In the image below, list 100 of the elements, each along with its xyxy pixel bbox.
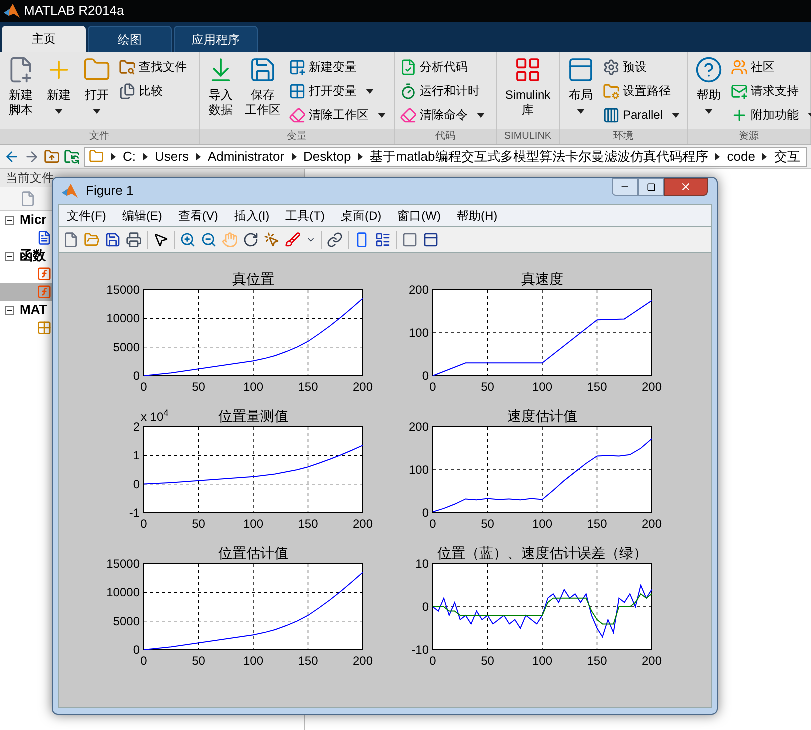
pointer-icon[interactable] bbox=[153, 232, 169, 248]
file-check-icon bbox=[400, 58, 417, 76]
collapse-icon[interactable] bbox=[5, 252, 14, 260]
folder-icon bbox=[89, 149, 104, 164]
folder-up-icon[interactable] bbox=[44, 148, 60, 164]
toolstrip-button[interactable]: 比较 bbox=[119, 80, 187, 102]
toolstrip-button[interactable]: 清除工作区 bbox=[289, 104, 386, 126]
plot-title: 速度估计值 bbox=[508, 408, 578, 424]
new-file-icon[interactable] bbox=[63, 232, 79, 248]
collapse-icon[interactable] bbox=[5, 306, 14, 314]
tick-label: 50 bbox=[192, 380, 206, 394]
ribbon-tab[interactable]: 主页 bbox=[2, 26, 86, 52]
legend-icon[interactable] bbox=[375, 232, 391, 248]
toolstrip-button[interactable]: 打开 bbox=[79, 56, 115, 129]
menu-item[interactable]: 查看(V) bbox=[178, 206, 218, 224]
mail-icon bbox=[731, 82, 748, 100]
zoom-in-icon[interactable] bbox=[180, 232, 196, 248]
block-library-icon bbox=[514, 56, 542, 84]
tick-label: 200 bbox=[352, 654, 374, 668]
tick-label: 10000 bbox=[106, 586, 140, 600]
toolstrip-button[interactable]: 设置路径 bbox=[603, 80, 680, 102]
toolstrip-button[interactable]: 社区 bbox=[731, 56, 811, 78]
window-icon[interactable] bbox=[423, 232, 439, 248]
toolstrip-button[interactable]: 布局 bbox=[563, 56, 599, 129]
separator-arrow-icon bbox=[292, 152, 297, 160]
timer-icon bbox=[400, 82, 417, 100]
settings-icon bbox=[603, 58, 620, 76]
tick-label: 0 bbox=[430, 517, 436, 531]
close-button[interactable] bbox=[664, 178, 708, 196]
tick-label: 5000 bbox=[113, 614, 140, 628]
menu-item[interactable]: 文件(F) bbox=[67, 206, 106, 224]
forward-icon[interactable] bbox=[24, 148, 40, 164]
back-icon[interactable] bbox=[4, 148, 20, 164]
data-cursor-icon[interactable] bbox=[264, 232, 280, 248]
tree-group[interactable]: 函数 bbox=[0, 247, 52, 265]
toolstrip-button[interactable]: Simulink 库 bbox=[500, 56, 556, 129]
toolstrip-button[interactable]: 运行和计时 bbox=[400, 80, 485, 102]
tick-label: 100 bbox=[532, 654, 553, 668]
brush-icon[interactable] bbox=[285, 232, 301, 248]
folder-search-icon bbox=[119, 58, 136, 76]
tick-label: 150 bbox=[587, 517, 608, 531]
toolstrip-button[interactable]: 分析代码 bbox=[400, 56, 485, 78]
path-segment[interactable]: 基于matlab编程交互式多模型算法卡尔曼滤波仿真代码程序 bbox=[370, 148, 708, 166]
tree-group[interactable]: MAT bbox=[0, 301, 52, 319]
app-logo-icon bbox=[62, 184, 78, 198]
toolstrip-button[interactable]: 新建脚本 bbox=[3, 56, 39, 129]
tick-label: 100 bbox=[532, 380, 553, 394]
menu-item[interactable]: 帮助(H) bbox=[456, 206, 498, 224]
menu-item[interactable]: 插入(I) bbox=[234, 206, 270, 224]
toolstrip-button[interactable]: 清除命令 bbox=[400, 104, 485, 126]
square-icon[interactable] bbox=[402, 232, 418, 248]
app-logo-icon bbox=[4, 4, 20, 18]
tick-label: 5000 bbox=[113, 340, 140, 354]
section-label: 资源 bbox=[688, 129, 810, 144]
toolstrip-button[interactable]: 新建变量 bbox=[289, 56, 386, 78]
path-segment[interactable]: code bbox=[727, 148, 756, 166]
menu-item[interactable]: 窗口(W) bbox=[398, 206, 441, 224]
path-segment[interactable]: Desktop bbox=[304, 148, 352, 166]
link-icon[interactable] bbox=[327, 232, 343, 248]
tick-label: 0 bbox=[422, 506, 429, 520]
toolstrip-button[interactable]: 预设 bbox=[603, 56, 680, 78]
toolstrip-button[interactable]: Parallel bbox=[603, 104, 680, 126]
function-file-icon bbox=[37, 284, 52, 300]
toolstrip-button[interactable]: 打开变量 bbox=[289, 80, 386, 102]
toolstrip-button[interactable]: 请求支持 bbox=[731, 80, 811, 102]
menu-item[interactable]: 工具(T) bbox=[286, 206, 325, 224]
ribbon-tab[interactable]: 应用程序 bbox=[174, 26, 258, 52]
toolstrip-button[interactable]: 附加功能 bbox=[731, 104, 811, 126]
tick-label: 50 bbox=[481, 654, 494, 668]
path-segment[interactable]: Users bbox=[155, 148, 189, 166]
rotate-icon[interactable] bbox=[243, 232, 259, 248]
maximize-icon bbox=[646, 182, 656, 192]
function-file-icon bbox=[37, 266, 52, 282]
toolstrip-button[interactable]: 新建 bbox=[41, 56, 77, 129]
path-field[interactable]: C: Users Administrator Desktop 基于matlab编程交互式多模型算法卡尔曼滤波仿真代码程序 code 交互 bbox=[84, 146, 807, 166]
toolstrip-button[interactable]: 帮助 bbox=[691, 56, 727, 129]
path-segment[interactable]: C: bbox=[123, 148, 136, 166]
save-icon[interactable] bbox=[105, 232, 121, 248]
path-segment[interactable]: 交互 bbox=[774, 148, 800, 166]
open-folder-icon[interactable] bbox=[84, 232, 100, 248]
section-label: 变量 bbox=[200, 129, 394, 144]
separator-arrow-icon bbox=[715, 152, 720, 160]
toolstrip-button[interactable]: 导入数据 bbox=[203, 56, 239, 129]
tree-group[interactable]: Micr bbox=[0, 211, 52, 229]
plot-title: 真位置 bbox=[232, 271, 274, 287]
menu-item[interactable]: 编辑(E) bbox=[122, 206, 162, 224]
menu-item[interactable]: 桌面(D) bbox=[340, 206, 382, 224]
zoom-out-icon[interactable] bbox=[201, 232, 217, 248]
ribbon-tab[interactable]: 绘图 bbox=[88, 26, 172, 52]
toolstrip-button[interactable]: 保存工作区 bbox=[241, 56, 285, 129]
toolstrip-button[interactable]: 查找文件 bbox=[119, 56, 187, 78]
collapse-icon[interactable] bbox=[5, 216, 14, 224]
browse-folder-icon[interactable] bbox=[64, 148, 80, 164]
tick-label: 0 bbox=[140, 517, 148, 531]
save-icon bbox=[249, 56, 277, 84]
path-segment[interactable]: Administrator bbox=[208, 148, 285, 166]
printer-icon[interactable] bbox=[126, 232, 142, 248]
tick-label: 0 bbox=[422, 369, 429, 383]
maximize-button[interactable] bbox=[638, 178, 664, 196]
tick-label: 100 bbox=[243, 654, 264, 668]
